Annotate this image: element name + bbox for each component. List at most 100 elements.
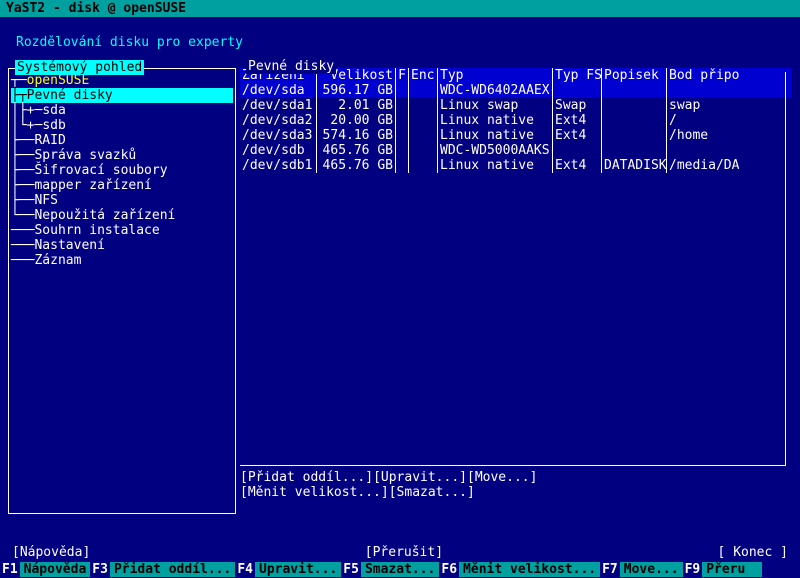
cell-size: 465.76 GB — [317, 158, 395, 173]
cell-device: /dev/sda — [240, 83, 316, 98]
tree-item[interactable]: ├──NFS — [11, 193, 233, 208]
col-typ: Typ — [438, 68, 552, 83]
move-button[interactable]: [Move...] — [467, 470, 537, 485]
finish-button[interactable]: [ Konec ] — [718, 545, 788, 561]
tree-item[interactable]: ├──RAID — [11, 133, 233, 148]
cell-f — [396, 98, 408, 113]
help-button[interactable]: [Nápověda] — [12, 545, 90, 561]
cell-size: 574.16 GB — [317, 128, 395, 143]
cell-label — [602, 113, 666, 128]
tree-item[interactable]: ├┬Pevné disky — [11, 88, 233, 103]
tree-item[interactable]: │└+─sdb — [11, 118, 233, 133]
cell-device: /dev/sdb — [240, 143, 316, 158]
cell-size: 465.76 GB — [317, 143, 395, 158]
cell-size: 20.00 GB — [317, 113, 395, 128]
cell-fs: Swap — [553, 98, 601, 113]
table-bottom-border — [240, 465, 786, 466]
resize-button[interactable]: [Měnit velikost...] — [240, 485, 389, 500]
cell-size: 596.17 GB — [317, 83, 395, 98]
table-row[interactable]: /dev/sdb1465.76 GBLinux nativeExt4DATADI… — [240, 158, 792, 173]
cell-mount: /home — [667, 128, 739, 143]
tree-item[interactable]: ───Nastavení — [11, 238, 233, 253]
fkey-f7[interactable]: F7Move... — [600, 561, 682, 578]
tree-item[interactable]: ├──mapper zařízení — [11, 178, 233, 193]
col-enc: Enc — [409, 68, 437, 83]
action-bar: [Přidat oddíl...][Upravit...][Move...] [… — [240, 468, 792, 500]
footer-bar: [Nápověda] [Přerušit] [ Konec ] — [0, 545, 800, 561]
system-tree[interactable]: ┬─openSUSE ├┬Pevné disky │├+─sda │└+─sdb… — [9, 69, 235, 268]
cell-fs: Ext4 — [553, 128, 601, 143]
col-f: F — [396, 68, 408, 83]
right-panel: Pevné disky ZařízeníVelikostFEncTypTyp F… — [240, 68, 792, 514]
col-label: Popisek — [602, 68, 666, 83]
col-mount: Bod připo — [667, 68, 739, 83]
disk-table-panel: Pevné disky ZařízeníVelikostFEncTypTyp F… — [240, 68, 792, 468]
cell-device: /dev/sda2 — [240, 113, 316, 128]
abort-button[interactable]: [Přerušit] — [365, 545, 443, 561]
fkey-f9[interactable]: F9Přeru — [683, 561, 763, 578]
cell-label — [602, 143, 666, 158]
cell-mount: / — [667, 113, 739, 128]
title-bar: YaST2 - disk @ openSUSE — [0, 0, 800, 17]
table-body[interactable]: /dev/sda596.17 GB WDC-WD6402AAEX-0/dev/sd… — [240, 83, 792, 173]
fkey-f6[interactable]: F6Měnit velikost... — [439, 561, 600, 578]
col-fs: Typ FS — [553, 68, 601, 83]
cell-enc — [409, 113, 437, 128]
cell-device: /dev/sda3 — [240, 128, 316, 143]
table-right-border — [785, 72, 786, 466]
cell-f — [396, 113, 408, 128]
edit-button[interactable]: [Upravit...] — [373, 470, 467, 485]
cell-f — [396, 128, 408, 143]
cell-mount — [667, 143, 739, 158]
cell-typ: Linux native — [438, 113, 552, 128]
table-row[interactable]: /dev/sda12.01 GB Linux swapSwap swap — [240, 98, 792, 113]
cell-fs: Ext4 — [553, 158, 601, 173]
cell-typ: WDC-WD5000AAKS-0 — [438, 143, 552, 158]
cell-enc — [409, 128, 437, 143]
table-legend: Pevné disky — [246, 59, 336, 74]
cell-typ: WDC-WD6402AAEX-0 — [438, 83, 552, 98]
main-area: Systémový pohled ┬─openSUSE ├┬Pevné disk… — [0, 60, 800, 514]
cell-mount: /media/DA — [667, 158, 739, 173]
cell-fs — [553, 143, 601, 158]
cell-fs — [553, 83, 601, 98]
cell-device: /dev/sda1 — [240, 98, 316, 113]
tree-item[interactable]: └──Nepoužitá zařízení — [11, 208, 233, 223]
function-key-bar: F1NápovědaF3Přidat oddíl...F4Upravit...F… — [0, 561, 800, 578]
fkey-f1[interactable]: F1Nápověda — [0, 561, 90, 578]
table-row[interactable]: /dev/sda3574.16 GB Linux nativeExt4/home — [240, 128, 792, 143]
page-title: Rozdělování disku pro experty — [0, 17, 800, 60]
tree-item[interactable]: ───Souhrn instalace — [11, 223, 233, 238]
title-text: YaST2 - disk @ openSUSE — [6, 1, 186, 16]
tree-item[interactable]: ├──Správa svazků — [11, 148, 233, 163]
fkey-f3[interactable]: F3Přidat oddíl... — [90, 561, 235, 578]
cell-enc — [409, 158, 437, 173]
delete-button[interactable]: [Smazat...] — [389, 485, 475, 500]
tree-legend: Systémový pohled — [15, 60, 144, 75]
cell-f — [396, 83, 408, 98]
cell-size: 2.01 GB — [317, 98, 395, 113]
cell-typ: Linux native — [438, 158, 552, 173]
table-row[interactable]: /dev/sda220.00 GB Linux nativeExt4 / — [240, 113, 792, 128]
cell-mount — [667, 83, 739, 98]
tree-item[interactable]: ───Záznam — [11, 253, 233, 268]
cell-f — [396, 158, 408, 173]
cell-fs: Ext4 — [553, 113, 601, 128]
cell-device: /dev/sdb1 — [240, 158, 316, 173]
tree-item[interactable]: ┬─openSUSE — [11, 73, 233, 88]
cell-enc — [409, 83, 437, 98]
cell-enc — [409, 143, 437, 158]
cell-enc — [409, 98, 437, 113]
tree-item[interactable]: ├──Šifrovací soubory — [11, 163, 233, 178]
fkey-f4[interactable]: F4Upravit... — [235, 561, 341, 578]
table-row[interactable]: /dev/sda596.17 GB WDC-WD6402AAEX-0 — [240, 83, 792, 98]
cell-typ: Linux swap — [438, 98, 552, 113]
system-view-panel: Systémový pohled ┬─openSUSE ├┬Pevné disk… — [8, 68, 236, 514]
cell-mount: swap — [667, 98, 739, 113]
table-row[interactable]: /dev/sdb465.76 GB WDC-WD5000AAKS-0 — [240, 143, 792, 158]
cell-typ: Linux native — [438, 128, 552, 143]
add-partition-button[interactable]: [Přidat oddíl...] — [240, 470, 373, 485]
fkey-f5[interactable]: F5Smazat... — [341, 561, 439, 578]
cell-label — [602, 83, 666, 98]
tree-item[interactable]: │├+─sda — [11, 103, 233, 118]
